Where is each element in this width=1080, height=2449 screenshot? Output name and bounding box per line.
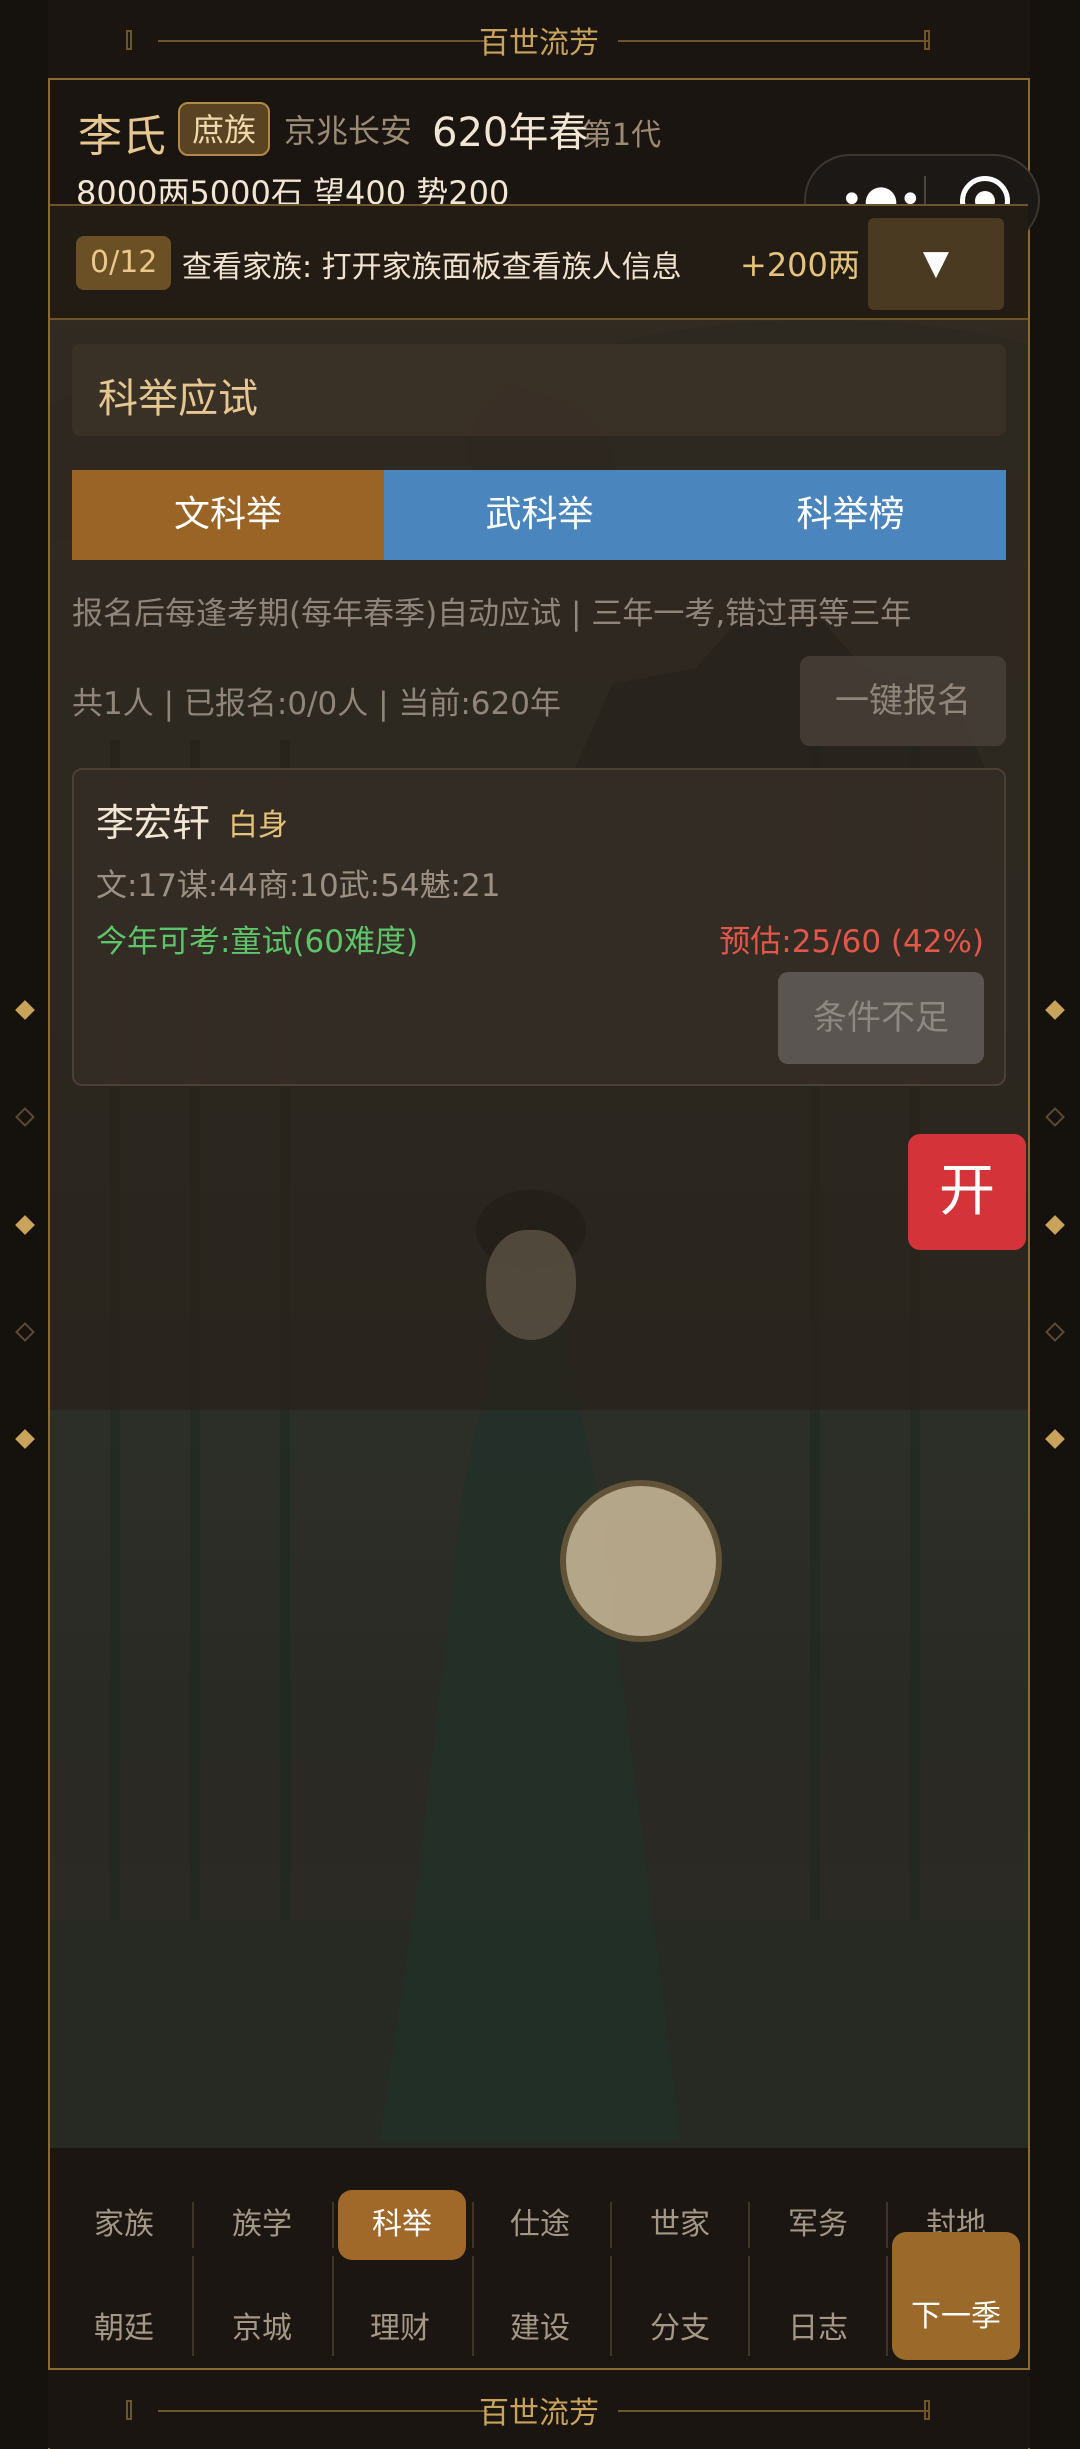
task-toggle-button[interactable]: ▼ [868,218,1004,310]
nav-branches[interactable]: 分支 [620,2294,740,2364]
nav-divider [748,2256,750,2356]
generation: 第1代 [582,118,662,153]
candidate-name: 李宏轩 [96,801,211,845]
nav-divider [886,2202,888,2248]
candidate-status: 白身 [228,808,288,843]
location: 京兆长安 [284,112,413,150]
nav-court[interactable]: 朝廷 [64,2294,184,2364]
exam-note: 报名后每逢考期(每年春季)自动应试 | 三年一考,错过再等三年 [72,596,912,632]
side-diamond [15,1107,35,1127]
tab-exam-ranking[interactable]: 科举榜 [695,470,1006,560]
side-diamond [1045,1429,1065,1449]
clan-name: 李氏 [78,111,166,162]
banner-line [618,2410,928,2412]
bottom-banner: 百世流芳 [48,2368,1030,2448]
nav-divider [610,2256,612,2356]
next-season-button[interactable]: 下一季 [892,2232,1020,2360]
nav-divider [192,2202,194,2248]
nav-divider [472,2256,474,2356]
side-diamond [1045,1000,1065,1020]
open-button[interactable]: 开 [908,1134,1026,1250]
candidate-attributes: 文:17谋:44商:10武:54魅:21 [96,868,501,904]
nav-log[interactable]: 日志 [758,2294,878,2364]
background-scene: 科举应试 文科举 武科举 科举榜 报名后每逢考期(每年春季)自动应试 | 三年一… [50,320,1028,2148]
lady-robe [380,1320,680,2140]
side-diamond [15,1429,35,1449]
tab-civil-exam[interactable]: 文科举 [72,470,384,560]
rank-badge: 庶族 [178,102,271,156]
top-banner: 百世流芳 [48,0,1030,80]
side-diamond [15,1322,35,1342]
nav-clan-school[interactable]: 族学 [202,2190,322,2260]
nav-divider [332,2202,334,2248]
nav-capital[interactable]: 京城 [202,2294,322,2364]
nav-divider [332,2256,334,2356]
nav-finance[interactable]: 理财 [340,2294,460,2364]
banner-ornament [924,2400,930,2420]
exam-tabs: 文科举 武科举 科举榜 [72,470,1006,560]
candidate-card: 李宏轩 白身 文:17谋:44商:10武:54魅:21 今年可考:童试(60难度… [72,768,1006,1086]
nav-divider [472,2202,474,2248]
nav-noble-houses[interactable]: 世家 [620,2190,740,2260]
eligible-exam: 今年可考:童试(60难度) [96,924,419,960]
round-fan [560,1480,722,1642]
exam-title: 科举应试 [98,376,258,422]
exam-title-box: 科举应试 [72,344,1006,436]
side-diamond [15,1215,35,1235]
signup-all-button[interactable]: 一键报名 [800,656,1006,746]
side-diamond [15,1000,35,1020]
task-count: 0/12 [76,236,172,290]
nav-divider [192,2256,194,2356]
estimate-score: 预估:25/60 (42%) [719,924,984,960]
nav-military[interactable]: 军务 [758,2190,878,2260]
nav-family[interactable]: 家族 [64,2190,184,2260]
task-reward: +200两 [740,246,860,284]
current-year: 620年春 [432,110,589,156]
banner-line [618,40,928,42]
side-diamond [1045,1322,1065,1342]
tab-military-exam[interactable]: 武科举 [384,470,695,560]
bottom-nav: 家族 族学 科举 仕途 世家 军务 封地 朝廷 京城 理财 建设 分支 日志 下… [50,2150,1028,2368]
side-diamond [1045,1107,1065,1127]
nav-construction[interactable]: 建设 [480,2294,600,2364]
task-text[interactable]: 查看家族: 打开家族面板查看族人信息 [182,242,682,286]
exam-panel: 科举应试 文科举 武科举 科举榜 报名后每逢考期(每年春季)自动应试 | 三年一… [50,320,1028,1410]
nav-exam[interactable]: 科举 [338,2190,466,2260]
banner-ornament [924,30,930,50]
insufficient-conditions-button[interactable]: 条件不足 [778,972,984,1064]
task-bar: 0/12 查看家族: 打开家族面板查看族人信息 +200两 ▼ [50,204,1028,320]
nav-career[interactable]: 仕途 [480,2190,600,2260]
nav-divider [886,2256,888,2356]
nav-divider [748,2202,750,2248]
exam-summary: 共1人 | 已报名:0/0人 | 当前:620年 [72,686,561,722]
nav-divider [610,2202,612,2248]
side-diamond [1045,1215,1065,1235]
